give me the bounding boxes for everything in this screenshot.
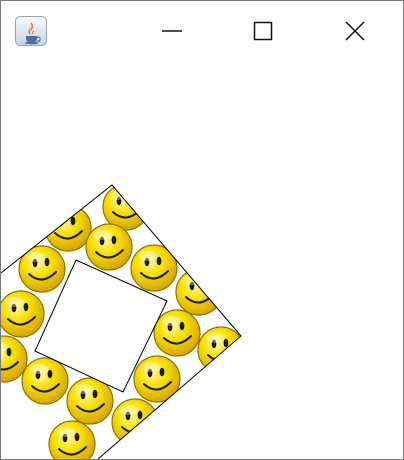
smiley-face-icon [66,377,114,425]
java-coffee-cup-icon[interactable] [15,16,47,46]
smiley-face-icon [1,290,45,338]
smiley-face-icon [133,355,181,403]
smiley-face-icon [197,326,241,374]
close-button[interactable] [332,11,378,51]
smiley-face-icon [153,309,201,357]
smiley-face-icon [111,398,159,446]
rotated-smiley-frame [1,184,242,459]
smiley-face-icon [85,223,133,271]
app-window [0,0,404,460]
maximize-button[interactable] [240,11,286,51]
smiley-face-icon [21,357,69,405]
smiley-face-icon [48,420,96,459]
minimize-icon [162,30,182,32]
smiley-face-icon [175,268,223,316]
close-icon [345,21,365,41]
title-bar[interactable] [1,1,403,61]
smiley-face-icon [102,185,150,231]
maximize-icon [253,21,273,41]
drawing-canvas [1,61,403,459]
smiley-face-icon [130,244,178,292]
smiley-face-icon [44,204,92,252]
minimize-button[interactable] [149,11,195,51]
